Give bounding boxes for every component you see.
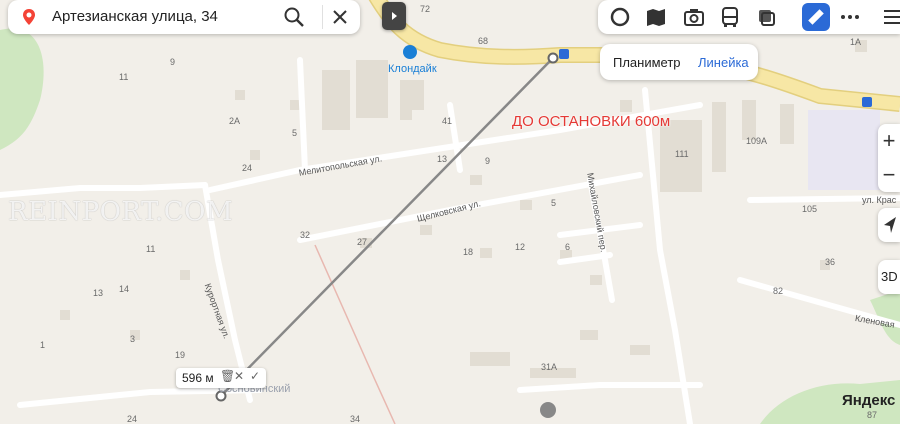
- house-number: 24: [242, 163, 253, 173]
- zoom-controls: + −: [878, 124, 900, 192]
- house-number: 31А: [541, 362, 558, 372]
- house-number: 1: [40, 340, 46, 350]
- planimeter-tab[interactable]: Планиметр: [613, 55, 681, 70]
- yandex-logo: Яндекс: [842, 392, 896, 409]
- ruler-tab[interactable]: Линейка: [698, 55, 749, 70]
- house-number: 82: [773, 286, 784, 296]
- ruler-start-point[interactable]: [547, 52, 559, 64]
- distance-value: 596 м: [182, 371, 214, 385]
- divider: [322, 5, 323, 29]
- house-number: 36: [825, 257, 836, 267]
- map-book-icon[interactable]: [644, 5, 668, 29]
- trash-icon[interactable]: 🗑: [220, 369, 235, 383]
- ruler-icon: [808, 9, 824, 25]
- ruler-button[interactable]: [802, 3, 830, 31]
- house-number: 14: [119, 284, 130, 294]
- distance-annotation: ДО ОСТАНОВКИ 600м: [512, 113, 671, 130]
- search-panel: Артезианская улица, 34: [8, 0, 360, 34]
- street-label: ул. Крас: [862, 195, 897, 205]
- bus-stop-icon[interactable]: [559, 49, 569, 59]
- view-3d-button[interactable]: 3D: [878, 260, 900, 294]
- house-number: 68: [478, 36, 489, 46]
- house-number: 24: [127, 414, 138, 424]
- house-number: 12: [515, 242, 526, 252]
- house-number: 34: [350, 414, 361, 424]
- ruler-mode-panel: Планиметр Линейка: [600, 44, 758, 80]
- play-icon: [392, 12, 397, 20]
- poi-shop-icon[interactable]: [403, 45, 417, 59]
- bus-icon[interactable]: [718, 5, 742, 29]
- house-number: 13: [437, 154, 448, 164]
- menu-icon[interactable]: [880, 5, 900, 29]
- view-3d-label: 3D: [881, 269, 898, 284]
- house-number: 3: [130, 334, 136, 344]
- house-number: 11: [119, 72, 129, 82]
- camera-icon[interactable]: [682, 5, 706, 29]
- house-number: 18: [463, 247, 474, 257]
- poi-label[interactable]: Клондайк: [388, 63, 437, 75]
- zoom-out-button[interactable]: −: [878, 158, 900, 192]
- house-number: 5: [551, 198, 557, 208]
- location-pin-icon: [23, 9, 35, 25]
- layers-circle-icon[interactable]: [608, 5, 632, 29]
- house-number: 19: [175, 350, 186, 360]
- house-number: 41: [442, 116, 453, 126]
- geolocation-button[interactable]: [878, 208, 900, 242]
- map-toolbar: [598, 0, 900, 34]
- house-number: 9: [485, 156, 491, 166]
- house-number: 111: [675, 149, 689, 159]
- house-number: 87: [867, 410, 878, 420]
- house-number: 2А: [229, 116, 241, 126]
- poi-pin-icon[interactable]: [540, 402, 556, 418]
- more-icon[interactable]: [838, 5, 862, 29]
- house-number: 32: [300, 230, 311, 240]
- house-number: 72: [420, 4, 431, 14]
- search-icon[interactable]: [282, 5, 306, 29]
- close-icon[interactable]: ✕: [234, 369, 244, 383]
- zoom-in-button[interactable]: +: [878, 124, 900, 158]
- house-number: 105: [802, 204, 818, 214]
- house-number: 9: [170, 57, 176, 67]
- ruler-distance-label: 596 м 🗑 ✕ ✓: [176, 368, 266, 388]
- watermark: REINPORT.COM: [8, 197, 234, 227]
- house-number: 5: [292, 128, 298, 138]
- house-number: 109А: [746, 136, 768, 146]
- house-number: 27: [357, 237, 368, 247]
- navigation-arrow-icon: [884, 217, 896, 233]
- panel-toggle-button[interactable]: [382, 2, 406, 30]
- close-icon[interactable]: [328, 5, 352, 29]
- house-number: 1А: [850, 37, 862, 47]
- search-query[interactable]: Артезианская улица, 34: [52, 8, 218, 25]
- house-number: 6: [565, 242, 571, 252]
- bus-stop-icon[interactable]: [862, 97, 872, 107]
- house-number: 11: [146, 244, 156, 254]
- check-icon[interactable]: ✓: [250, 369, 260, 383]
- layers-icon[interactable]: [754, 5, 778, 29]
- house-number: 13: [93, 288, 104, 298]
